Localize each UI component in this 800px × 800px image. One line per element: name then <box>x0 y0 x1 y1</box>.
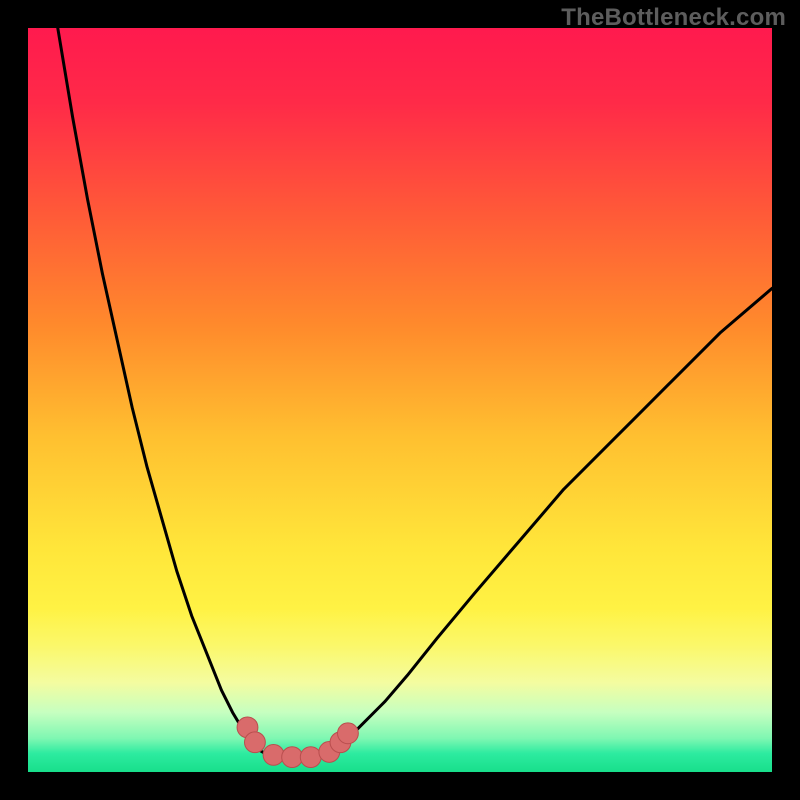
valley-marker <box>338 723 359 744</box>
chart-svg <box>28 28 772 772</box>
valley-marker <box>263 744 284 765</box>
valley-marker <box>300 747 321 768</box>
valley-marker <box>282 747 303 768</box>
plot-area <box>28 28 772 772</box>
gradient-background <box>28 28 772 772</box>
outer-frame: TheBottleneck.com <box>0 0 800 800</box>
valley-marker <box>245 732 266 753</box>
